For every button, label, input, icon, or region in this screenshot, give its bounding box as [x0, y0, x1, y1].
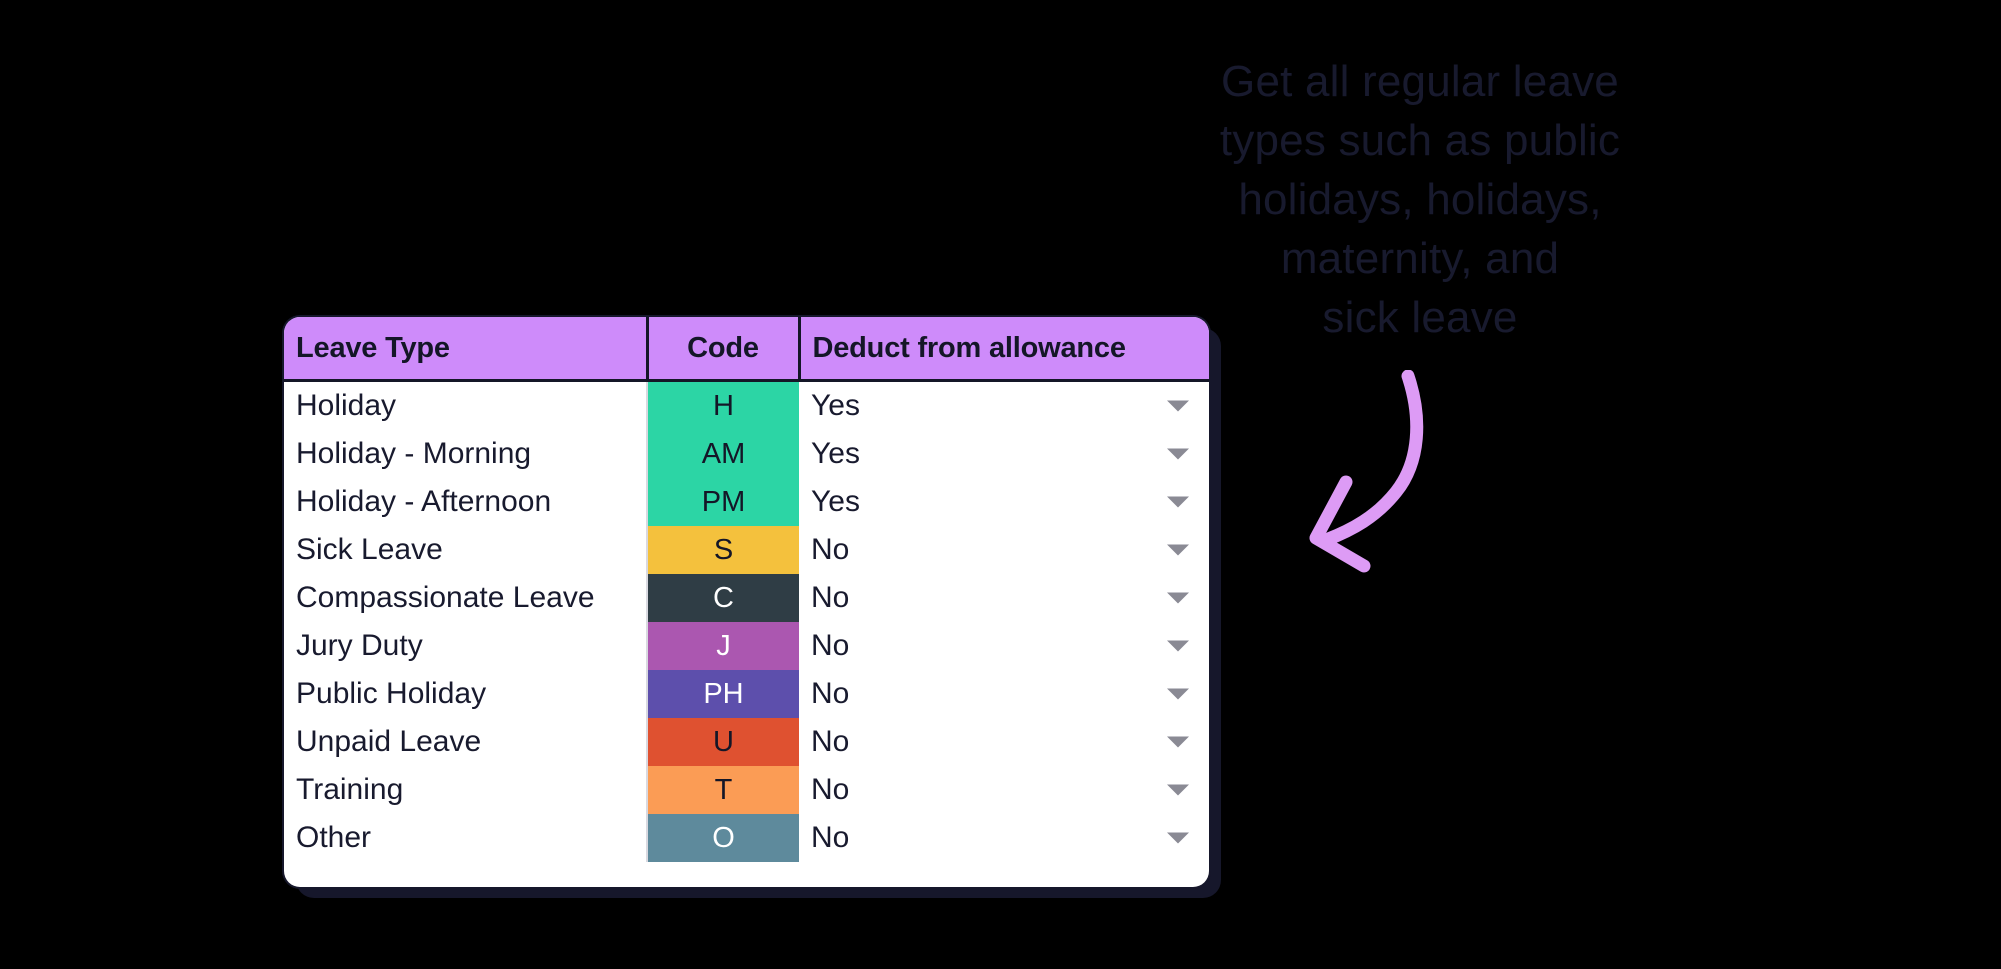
cell-leave-type: Training	[284, 766, 648, 814]
chevron-down-icon[interactable]	[1167, 400, 1189, 412]
deduct-value: No	[811, 629, 850, 662]
deduct-value: No	[811, 725, 850, 758]
leave-types-card: Leave Type Code Deduct from allowance Ho…	[284, 317, 1209, 887]
cell-code-badge: S	[647, 526, 799, 574]
annotation-line: Get all regular leave	[1221, 57, 1619, 106]
annotation-line: holidays, holidays,	[1238, 175, 1602, 224]
cell-leave-type: Holiday	[284, 380, 648, 430]
column-header-deduct[interactable]: Deduct from allowance	[799, 317, 1209, 382]
cell-code-badge: AM	[647, 430, 799, 478]
deduct-value: Yes	[811, 437, 860, 470]
chevron-down-icon[interactable]	[1167, 736, 1189, 748]
table-row: Holiday H Yes	[284, 380, 1209, 431]
cell-leave-type: Other	[284, 814, 648, 862]
cell-code-badge: H	[647, 380, 799, 430]
deduct-value: No	[811, 533, 850, 566]
deduct-value: No	[811, 773, 850, 806]
column-header-code[interactable]: Code	[647, 317, 801, 382]
cell-deduct-dropdown[interactable]: Yes	[799, 478, 1209, 526]
table-row: Holiday - Afternoon PM Yes	[284, 478, 1209, 526]
table-body: Holiday H Yes Holiday - Morning AM Yes Holiday…	[284, 380, 1209, 862]
annotation-line: sick leave	[1322, 293, 1518, 342]
cell-deduct-dropdown[interactable]: No	[799, 670, 1209, 718]
cell-code-badge: C	[647, 574, 799, 622]
cell-deduct-dropdown[interactable]: No	[799, 718, 1209, 766]
table-row: Holiday - Morning AM Yes	[284, 430, 1209, 478]
deduct-value: Yes	[811, 485, 860, 518]
chevron-down-icon[interactable]	[1167, 448, 1189, 460]
deduct-value: Yes	[811, 389, 860, 422]
table-row: Other O No	[284, 814, 1209, 862]
table-header: Leave Type Code Deduct from allowance	[284, 317, 1209, 382]
annotation-callout: Get all regular leave types such as publ…	[1160, 52, 1680, 347]
leave-types-table: Leave Type Code Deduct from allowance Ho…	[284, 317, 1209, 862]
cell-deduct-dropdown[interactable]: No	[799, 622, 1209, 670]
cell-leave-type: Unpaid Leave	[284, 718, 648, 766]
table-row: Jury Duty J No	[284, 622, 1209, 670]
table-row: Training T No	[284, 766, 1209, 814]
chevron-down-icon[interactable]	[1167, 544, 1189, 556]
chevron-down-icon[interactable]	[1167, 496, 1189, 508]
cell-code-badge: PH	[647, 670, 799, 718]
cell-deduct-dropdown[interactable]: Yes	[799, 430, 1209, 478]
table-row: Public Holiday PH No	[284, 670, 1209, 718]
column-header-leave-type[interactable]: Leave Type	[284, 317, 649, 382]
curved-arrow-left-icon	[1300, 369, 1480, 600]
cell-code-badge: O	[647, 814, 799, 862]
table-row: Sick Leave S No	[284, 526, 1209, 574]
cell-leave-type: Holiday - Afternoon	[284, 478, 648, 526]
annotation-line: types such as public	[1219, 116, 1621, 165]
cell-leave-type: Holiday - Morning	[284, 430, 648, 478]
chevron-down-icon[interactable]	[1167, 784, 1189, 796]
annotation-line: maternity, and	[1280, 234, 1560, 283]
table-row: Unpaid Leave U No	[284, 718, 1209, 766]
cell-code-badge: J	[647, 622, 799, 670]
cell-leave-type: Public Holiday	[284, 670, 648, 718]
chevron-down-icon[interactable]	[1167, 640, 1189, 652]
chevron-down-icon[interactable]	[1167, 592, 1189, 604]
cell-deduct-dropdown[interactable]: No	[799, 574, 1209, 622]
deduct-value: No	[811, 821, 850, 854]
cell-leave-type: Sick Leave	[284, 526, 648, 574]
cell-deduct-dropdown[interactable]: No	[799, 766, 1209, 814]
cell-leave-type: Jury Duty	[284, 622, 648, 670]
cell-leave-type: Compassionate Leave	[284, 574, 648, 622]
deduct-value: No	[811, 581, 850, 614]
chevron-down-icon[interactable]	[1167, 832, 1189, 844]
chevron-down-icon[interactable]	[1167, 688, 1189, 700]
cell-deduct-dropdown[interactable]: No	[799, 814, 1209, 862]
cell-code-badge: PM	[647, 478, 799, 526]
deduct-value: No	[811, 677, 850, 710]
cell-code-badge: T	[647, 766, 799, 814]
cell-deduct-dropdown[interactable]: No	[799, 526, 1209, 574]
table-row: Compassionate Leave C No	[284, 574, 1209, 622]
cell-deduct-dropdown[interactable]: Yes	[799, 381, 1209, 431]
table-header-row: Leave Type Code Deduct from allowance	[284, 317, 1209, 382]
cell-code-badge: U	[647, 718, 799, 766]
